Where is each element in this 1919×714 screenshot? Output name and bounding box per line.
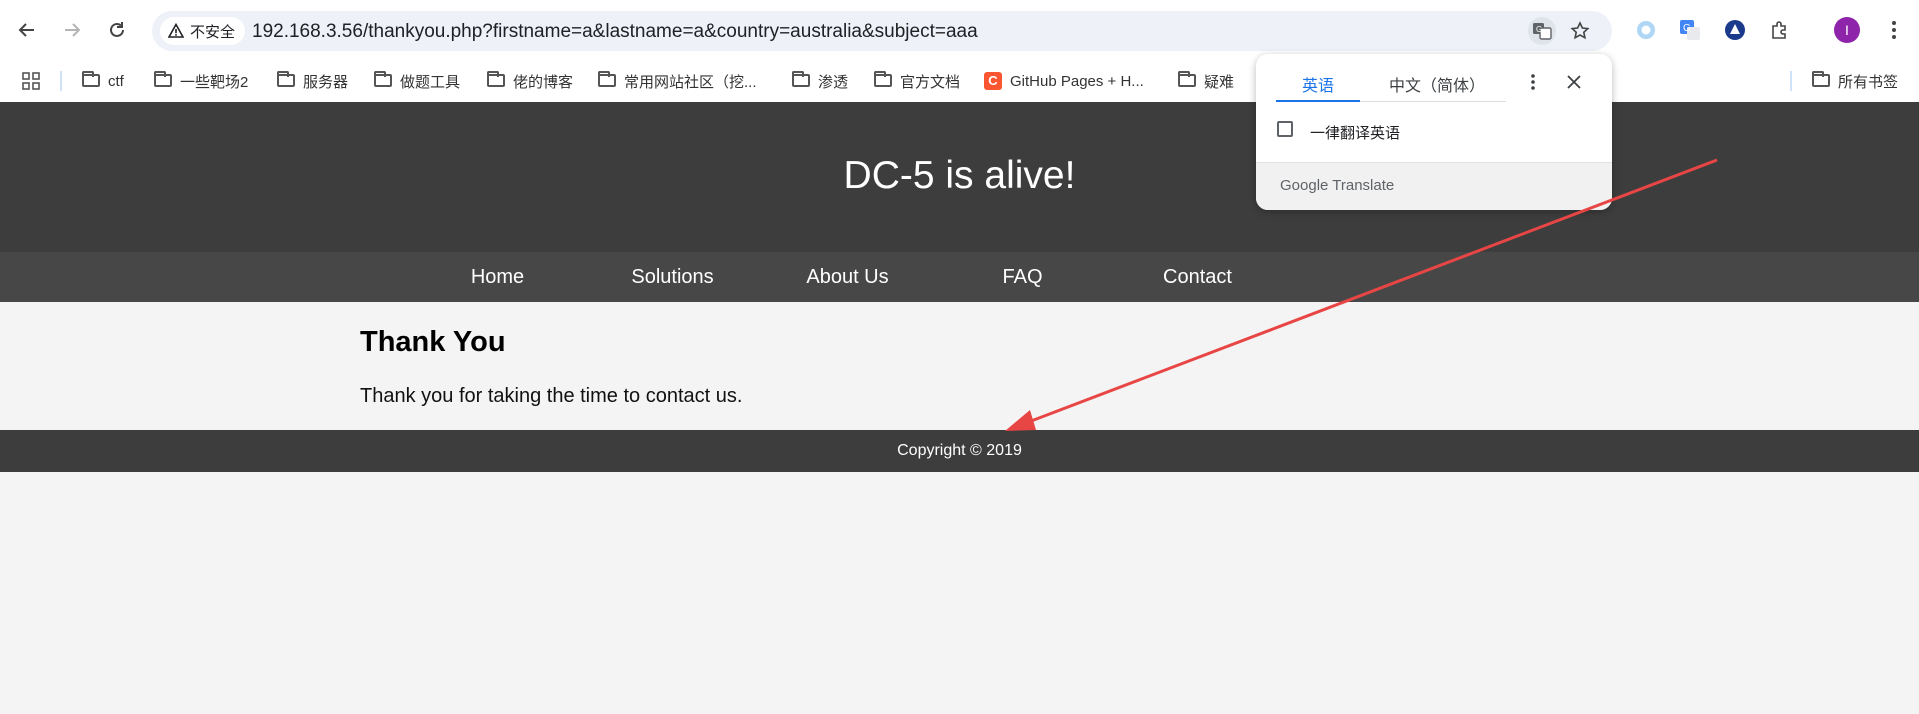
bookmarks-divider — [60, 71, 62, 91]
bookmark-label: 佬的博客 — [513, 73, 574, 91]
translate-page-button[interactable]: G — [1528, 17, 1556, 45]
popup-close-button[interactable] — [1564, 72, 1584, 92]
folder-icon — [154, 70, 172, 87]
bookmark-label: 渗透 — [818, 73, 849, 91]
all-bookmarks-label: 所有书签 — [1838, 73, 1899, 91]
bookmark-github-pages[interactable]: C GitHub Pages + H... — [984, 69, 1144, 93]
translate-icon: G — [1533, 23, 1552, 40]
folder-icon — [82, 70, 100, 87]
star-icon — [1570, 21, 1590, 40]
forward-button[interactable] — [55, 13, 89, 47]
google-translate-brand: Google Translate — [1280, 177, 1395, 194]
triangle-extension-icon — [1725, 20, 1745, 40]
folder-icon — [487, 70, 505, 87]
bookmark-folder-ranges[interactable]: 一些靶场2 — [154, 69, 248, 93]
avatar: I — [1834, 17, 1860, 43]
bookmark-label: 常用网站社区（挖... — [624, 73, 757, 91]
copyright-text: Copyright © 2019 — [897, 442, 1022, 459]
svg-text:G: G — [1683, 23, 1691, 34]
warning-icon — [168, 23, 184, 38]
folder-icon — [277, 70, 295, 87]
bookmark-folder-ctf[interactable]: ctf — [82, 69, 124, 93]
nav-about-us[interactable]: About Us — [760, 266, 935, 289]
bookmark-folder-sites[interactable]: 常用网站社区（挖... — [598, 69, 757, 93]
bookmark-label: 服务器 — [303, 73, 349, 91]
address-bar[interactable]: 不安全 192.168.3.56/thankyou.php?firstname=… — [152, 11, 1612, 51]
site-title: DC-5 is alive! — [843, 154, 1076, 197]
all-bookmarks-button[interactable]: 所有书签 — [1812, 69, 1898, 93]
folder-icon — [374, 70, 392, 87]
nav-contact[interactable]: Contact — [1110, 266, 1285, 289]
apps-grid-icon — [22, 72, 40, 90]
close-icon — [1567, 75, 1581, 89]
always-translate-label: 一律翻译英语 — [1310, 125, 1401, 142]
back-button[interactable] — [10, 13, 44, 47]
bookmark-label: 官方文档 — [900, 73, 961, 91]
security-chip[interactable]: 不安全 — [160, 17, 246, 45]
browser-menu-button[interactable] — [1880, 16, 1908, 44]
nav-home[interactable]: Home — [410, 266, 585, 289]
more-vertical-icon — [1892, 21, 1896, 39]
puzzle-icon — [1772, 21, 1786, 39]
arrow-head — [1005, 410, 1036, 431]
nav-faq[interactable]: FAQ — [935, 266, 1110, 289]
nav-solutions[interactable]: Solutions — [585, 266, 760, 289]
profile-avatar[interactable]: I — [1833, 16, 1861, 44]
google-translate-icon: G — [1680, 20, 1700, 40]
arrow-left-icon — [18, 23, 34, 37]
folder-icon — [792, 70, 810, 87]
bookmark-label: 疑难 — [1204, 73, 1235, 91]
tab-target-language[interactable]: 中文（简体） — [1368, 72, 1506, 96]
thank-you-message: Thank you for taking the time to contact… — [360, 385, 743, 407]
popup-footer: Google Translate — [1256, 162, 1612, 210]
site-nav: Home Solutions About Us FAQ Contact — [0, 252, 1919, 302]
folder-icon — [598, 70, 616, 87]
bookmark-star-button[interactable] — [1566, 17, 1594, 45]
csdn-icon: C — [984, 72, 1002, 90]
bookmarks-bar: ctf 一些靶场2 服务器 做题工具 佬的博客 常用网站社区（挖... 渗透 官… — [0, 60, 1919, 102]
browser-toolbar: 不安全 192.168.3.56/thankyou.php?firstname=… — [0, 0, 1919, 60]
bookmark-folder-servers[interactable]: 服务器 — [277, 69, 348, 93]
site-footer: Copyright © 2019 — [0, 430, 1919, 472]
always-translate-checkbox[interactable] — [1277, 121, 1293, 137]
url-text[interactable]: 192.168.3.56/thankyou.php?firstname=a&la… — [252, 21, 978, 43]
bookmark-label: GitHub Pages + H... — [1010, 72, 1144, 90]
site-header: DC-5 is alive! — [0, 102, 1919, 252]
bookmark-folder-hard[interactable]: 疑难 — [1178, 69, 1234, 93]
circle-extension-icon — [1637, 21, 1655, 39]
svg-text:G: G — [1536, 25, 1542, 34]
folder-icon — [1178, 70, 1196, 87]
page-heading: Thank You — [360, 326, 506, 358]
reload-icon — [110, 22, 124, 37]
google-translate-extension-button[interactable]: G — [1676, 16, 1704, 44]
apps-button[interactable] — [22, 69, 40, 93]
avatar-initial: I — [1845, 22, 1849, 38]
extension-circle-button[interactable] — [1632, 16, 1660, 44]
bookmark-label: 一些靶场2 — [180, 73, 249, 91]
bookmark-folder-docs[interactable]: 官方文档 — [874, 69, 960, 93]
bookmark-folder-blogs[interactable]: 佬的博客 — [487, 69, 573, 93]
bookmark-label: 做题工具 — [400, 73, 461, 91]
extension-triangle-button[interactable] — [1721, 16, 1749, 44]
arrow-right-icon — [65, 23, 81, 37]
bookmark-folder-pentest[interactable]: 渗透 — [792, 69, 848, 93]
bookmark-folder-tools[interactable]: 做题工具 — [374, 69, 460, 93]
more-vertical-icon — [1531, 74, 1535, 90]
security-label: 不安全 — [190, 23, 236, 41]
popup-options-button[interactable] — [1523, 72, 1543, 92]
bookmark-label: ctf — [108, 72, 124, 90]
active-tab-indicator — [1276, 100, 1360, 102]
translate-popup: 英语 中文（简体） 一律翻译英语 Google Translate — [1256, 54, 1612, 210]
reload-button[interactable] — [100, 13, 134, 47]
folder-icon — [1812, 70, 1830, 87]
folder-icon — [874, 70, 892, 87]
bookmarks-divider — [1790, 71, 1792, 91]
tab-source-language[interactable]: 英语 — [1276, 72, 1360, 96]
extensions-button[interactable] — [1766, 16, 1794, 44]
